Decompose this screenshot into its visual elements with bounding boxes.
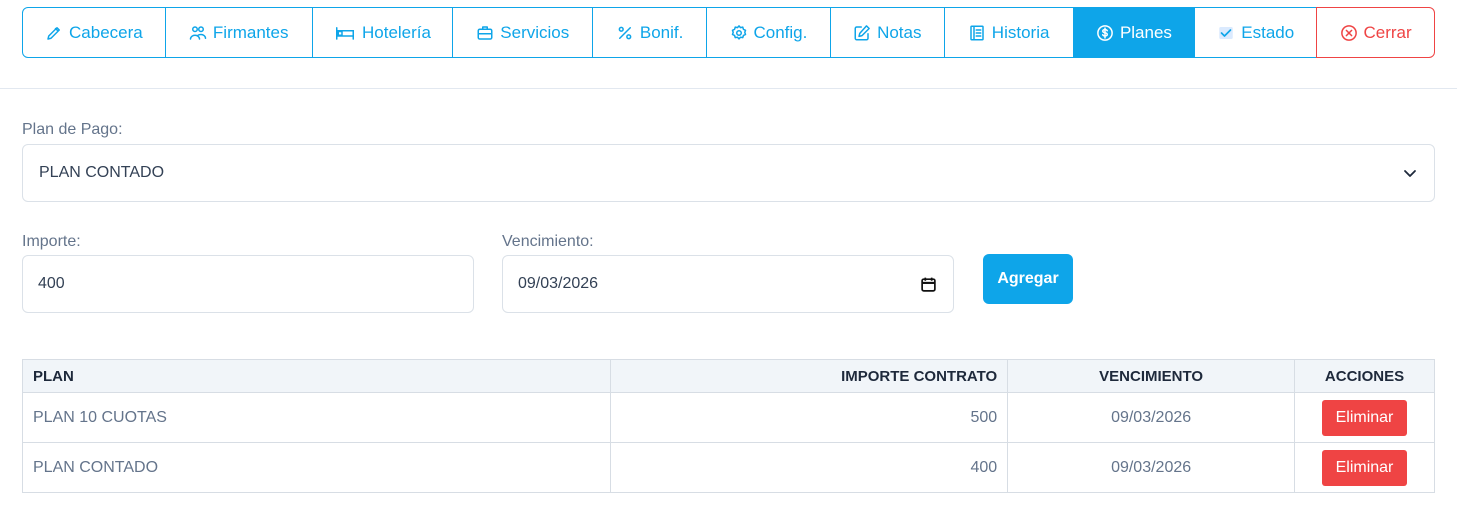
users-icon: [189, 24, 207, 42]
dollar-circle-icon: [1096, 24, 1114, 42]
checkbox-icon: [1217, 24, 1235, 42]
agregar-button[interactable]: Agregar: [983, 254, 1073, 304]
tab-planes[interactable]: Planes: [1072, 7, 1196, 58]
table-header-row: PLAN IMPORTE CONTRATO VENCIMIENTO ACCION…: [22, 359, 1435, 393]
vencimiento-value: 09/03/2026: [518, 275, 599, 292]
header-acciones: ACCIONES: [1294, 359, 1435, 393]
eliminar-button[interactable]: Eliminar: [1322, 399, 1407, 436]
tab-config[interactable]: Config.: [706, 7, 831, 58]
tab-label: Bonif.: [639, 22, 684, 42]
plan-select[interactable]: PLAN CONTADO: [22, 144, 1435, 202]
tab-notas[interactable]: Notas: [829, 7, 945, 58]
tab-servicios[interactable]: Servicios: [452, 7, 594, 58]
divider: [0, 88, 1457, 89]
header-importe: IMPORTE CONTRATO: [609, 359, 1009, 393]
history-icon: [968, 24, 986, 42]
pencil-icon: [45, 24, 63, 42]
cell-importe: 400: [609, 442, 1009, 493]
cell-plan: PLAN 10 CUOTAS: [22, 392, 611, 443]
table-row: PLAN 10 CUOTAS 500 09/03/2026 Eliminar: [22, 392, 1435, 443]
header-plan: PLAN: [22, 359, 611, 393]
plan-select-value: PLAN CONTADO: [39, 164, 165, 181]
percent-icon: [616, 24, 634, 42]
cell-vencimiento: 09/03/2026: [1007, 442, 1296, 493]
tab-label: Historia: [991, 22, 1050, 42]
tab-historia[interactable]: Historia: [943, 7, 1074, 58]
cell-importe: 500: [609, 392, 1009, 443]
bed-icon: [334, 24, 356, 42]
tab-label: Config.: [753, 22, 808, 42]
cell-acciones: Eliminar: [1294, 392, 1435, 443]
table-row: PLAN CONTADO 400 09/03/2026 Eliminar: [22, 442, 1435, 493]
importe-input[interactable]: 400: [22, 255, 474, 313]
chevron-down-icon: [1402, 165, 1418, 181]
tab-firmantes[interactable]: Firmantes: [164, 7, 313, 58]
tab-label: Estado: [1241, 22, 1295, 42]
tab-cabecera[interactable]: Cabecera: [22, 7, 166, 58]
section-tabs: Cabecera Firmantes Hotelería Servicios B…: [22, 7, 1435, 58]
tab-label: Cabecera: [69, 22, 143, 42]
tab-label: Firmantes: [212, 22, 289, 42]
briefcase-icon: [476, 24, 494, 42]
gear-icon: [730, 24, 748, 42]
eliminar-button[interactable]: Eliminar: [1322, 449, 1407, 486]
tab-hoteleria[interactable]: Hotelería: [311, 7, 454, 58]
cell-acciones: Eliminar: [1294, 442, 1435, 493]
tab-label: Cerrar: [1363, 22, 1412, 42]
tab-label: Servicios: [500, 22, 570, 42]
tab-estado[interactable]: Estado: [1194, 7, 1318, 58]
edit-note-icon: [853, 24, 871, 42]
cell-vencimiento: 09/03/2026: [1007, 392, 1296, 443]
calendar-icon[interactable]: [920, 276, 937, 293]
importe-label: Importe:: [22, 233, 81, 250]
header-vencimiento: VENCIMIENTO: [1007, 359, 1296, 393]
importe-value: 400: [38, 275, 65, 292]
close-circle-icon: [1340, 24, 1358, 42]
tab-bonif[interactable]: Bonif.: [592, 7, 708, 58]
vencimiento-label: Vencimiento:: [502, 233, 594, 250]
tab-label: Notas: [877, 22, 922, 42]
plan-label: Plan de Pago:: [22, 121, 123, 138]
planes-table: PLAN IMPORTE CONTRATO VENCIMIENTO ACCION…: [22, 359, 1435, 493]
tab-cerrar[interactable]: Cerrar: [1316, 7, 1435, 58]
tab-label: Hotelería: [362, 22, 431, 42]
vencimiento-date-input[interactable]: 09/03/2026: [502, 255, 954, 313]
tab-label: Planes: [1119, 22, 1172, 42]
cell-plan: PLAN CONTADO: [22, 442, 611, 493]
